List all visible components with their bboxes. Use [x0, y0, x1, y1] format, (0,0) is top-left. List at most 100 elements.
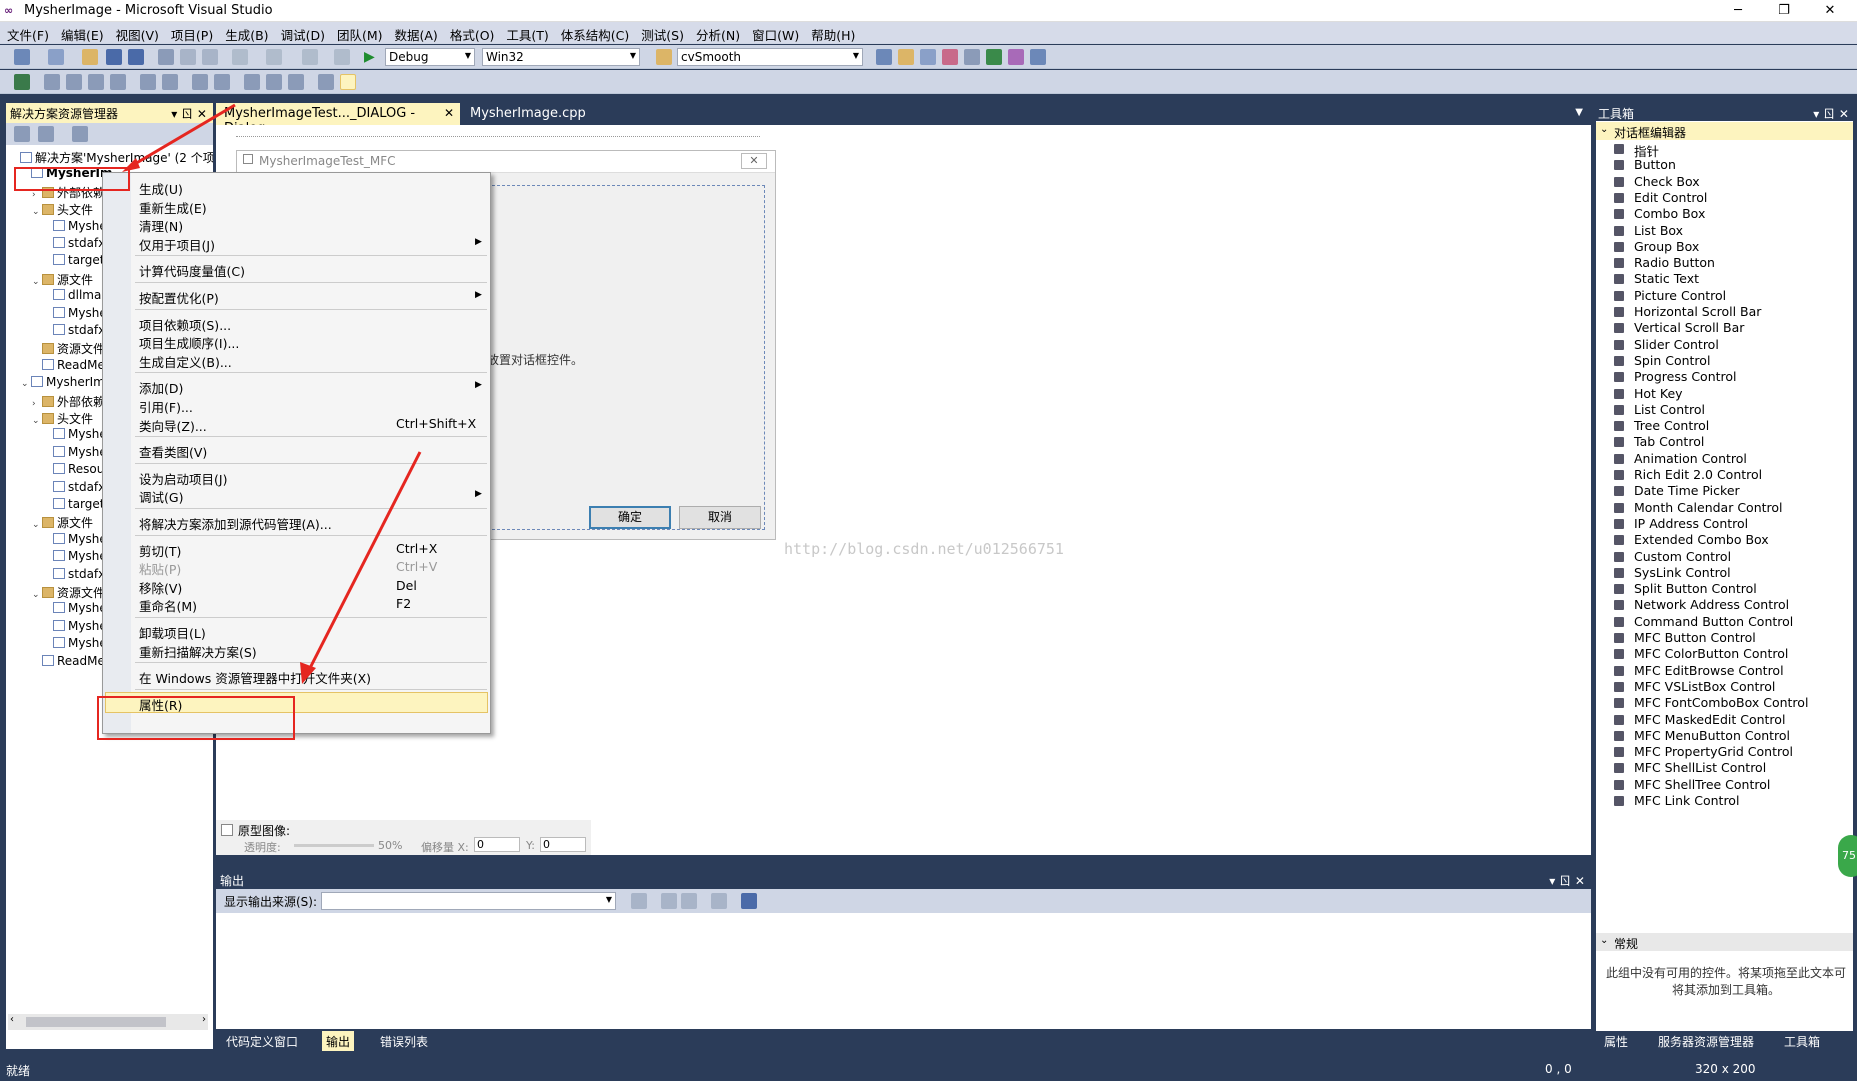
- prototype-checkbox[interactable]: [221, 824, 233, 836]
- toolbox-item[interactable]: Date Time Picker: [1634, 483, 1740, 498]
- offset-y-input[interactable]: 0: [540, 837, 586, 852]
- toolbox-group-dialog[interactable]: ⌄ 对话框编辑器: [1596, 122, 1853, 140]
- toolbox-icon[interactable]: [964, 49, 980, 65]
- menu-item[interactable]: 工具(T): [499, 22, 553, 44]
- toolbox-item[interactable]: Edit Control: [1634, 190, 1707, 205]
- tree-row[interactable]: Myshe: [6, 219, 107, 236]
- cancel-button[interactable]: 取消: [679, 506, 761, 529]
- center-horizontal-icon[interactable]: [162, 74, 178, 90]
- bottom-tab[interactable]: 类...: [58, 1031, 89, 1051]
- context-menu-item[interactable]: 引用(F)...: [139, 397, 193, 416]
- tree-row[interactable]: Myshe: [6, 427, 107, 444]
- tab-dialog[interactable]: MysherImageTest..._DIALOG - Dialog ✕: [216, 103, 460, 136]
- context-menu-item[interactable]: 仅用于项目(J): [139, 235, 215, 254]
- paste-icon[interactable]: [202, 49, 218, 65]
- bottom-tab[interactable]: 输出: [322, 1031, 355, 1051]
- menu-item[interactable]: 测试(S): [634, 22, 689, 44]
- ok-button[interactable]: 确定: [589, 506, 671, 529]
- toolbox-item[interactable]: Radio Button: [1634, 255, 1715, 270]
- view-class-diagram-icon[interactable]: [72, 126, 88, 142]
- tree-row[interactable]: Myshe: [6, 445, 107, 462]
- toolbox-item[interactable]: Slider Control: [1634, 337, 1719, 352]
- context-menu-item[interactable]: 生成(U): [139, 179, 183, 198]
- tree-row[interactable]: stdafx: [6, 480, 105, 497]
- toolbox-item[interactable]: MFC MenuButton Control: [1634, 728, 1790, 743]
- toolbox-group-general[interactable]: ⌄ 常规: [1596, 933, 1853, 951]
- start-page-icon[interactable]: [986, 49, 1002, 65]
- toolbox-item[interactable]: Vertical Scroll Bar: [1634, 320, 1744, 335]
- tree-row[interactable]: target: [6, 253, 105, 270]
- tree-row[interactable]: target: [6, 497, 105, 514]
- tree-row[interactable]: ⌄ 源文件: [6, 514, 93, 531]
- tree-row[interactable]: ⌄ 资源文件: [6, 584, 105, 601]
- menu-item[interactable]: 编辑(E): [54, 22, 109, 44]
- context-menu-item[interactable]: 卸载项目(L): [139, 623, 206, 642]
- scrollbar-thumb[interactable]: [26, 1017, 166, 1027]
- menu-item[interactable]: 生成(B): [218, 22, 273, 44]
- tree-row[interactable]: Myshe: [6, 601, 107, 618]
- toolbox-item[interactable]: MFC ColorButton Control: [1634, 646, 1788, 661]
- context-menu-item[interactable]: 类向导(Z)...: [139, 416, 207, 435]
- center-vertical-icon[interactable]: [140, 74, 156, 90]
- context-menu-item[interactable]: 重命名(M): [139, 596, 197, 615]
- tree-row[interactable]: stdafx: [6, 236, 105, 253]
- context-menu-item[interactable]: 添加(D): [139, 378, 183, 397]
- bottom-tab[interactable]: 团...: [162, 1031, 193, 1051]
- toolbox-item[interactable]: Custom Control: [1634, 549, 1731, 564]
- start-debug-icon[interactable]: ▶: [364, 49, 380, 65]
- maximize-button[interactable]: ❐: [1761, 0, 1807, 22]
- navigate-back-icon[interactable]: [302, 49, 318, 65]
- find-in-files-icon[interactable]: [656, 49, 672, 65]
- context-menu-item[interactable]: 重新生成(E): [139, 198, 207, 217]
- cut-icon[interactable]: [158, 49, 174, 65]
- context-menu-item[interactable]: 计算代码度量值(C): [139, 261, 245, 280]
- tree-row[interactable]: Resou: [6, 462, 104, 479]
- align-bottom-icon[interactable]: [110, 74, 126, 90]
- tree-row[interactable]: Myshe: [6, 306, 107, 323]
- extensions-icon[interactable]: [1008, 49, 1024, 65]
- tab-dropdown-icon[interactable]: ▼: [1575, 107, 1583, 118]
- floating-badge[interactable]: 75: [1838, 835, 1857, 877]
- tab-cpp[interactable]: MysherImage.cpp: [462, 103, 594, 125]
- expander-icon[interactable]: ›: [32, 399, 42, 409]
- context-menu-item[interactable]: 剪切(T): [139, 541, 181, 560]
- bottom-tab[interactable]: 资...: [110, 1031, 141, 1051]
- word-wrap-icon[interactable]: [741, 893, 757, 909]
- toolbox-item[interactable]: SysLink Control: [1634, 565, 1731, 580]
- context-menu-item[interactable]: 移除(V): [139, 578, 182, 597]
- toolbox-item[interactable]: Check Box: [1634, 174, 1700, 189]
- properties-icon[interactable]: [14, 126, 30, 142]
- object-browser-icon[interactable]: [942, 49, 958, 65]
- menu-item[interactable]: 帮助(H): [804, 22, 860, 44]
- dialog-close-button[interactable]: ✕: [741, 153, 767, 169]
- bottom-tab[interactable]: 工具箱: [1780, 1031, 1824, 1051]
- context-menu-item[interactable]: 重新扫描解决方案(S): [139, 642, 257, 661]
- toolbox-item[interactable]: Rich Edit 2.0 Control: [1634, 467, 1762, 482]
- next-message-icon[interactable]: [681, 893, 697, 909]
- tree-row[interactable]: ⌄ 头文件: [6, 201, 93, 218]
- config-combo[interactable]: Debug ▼: [385, 48, 475, 66]
- expander-icon[interactable]: ⌄: [32, 416, 42, 426]
- context-menu-item[interactable]: 清理(N): [139, 216, 183, 235]
- test-dialog-icon[interactable]: [14, 74, 30, 90]
- tree-row[interactable]: ReadMe: [6, 654, 105, 671]
- context-menu-item[interactable]: 粘贴(P): [139, 559, 181, 578]
- redo-icon[interactable]: [266, 49, 282, 65]
- menu-item[interactable]: 文件(F): [0, 22, 54, 44]
- tree-row[interactable]: Myshe: [6, 619, 107, 636]
- tree-row[interactable]: 资源文件: [6, 340, 105, 357]
- context-menu-item[interactable]: 在 Windows 资源管理器中打开文件夹(X): [139, 668, 371, 687]
- navigate-forward-icon[interactable]: [334, 49, 350, 65]
- toolbox-item[interactable]: MFC EditBrowse Control: [1634, 663, 1784, 678]
- toolbox-item[interactable]: Horizontal Scroll Bar: [1634, 304, 1761, 319]
- toolbox-item[interactable]: Combo Box: [1634, 206, 1705, 221]
- context-menu-item[interactable]: 按配置优化(P): [139, 288, 219, 307]
- space-down-icon[interactable]: [214, 74, 230, 90]
- tree-row[interactable]: Myshe: [6, 636, 107, 653]
- context-menu-item[interactable]: 将解决方案添加到源代码管理(A)...: [139, 514, 332, 533]
- tree-row[interactable]: › 外部依赖: [6, 393, 105, 410]
- expander-icon[interactable]: ⌄: [32, 277, 42, 287]
- clear-all-icon[interactable]: [711, 893, 727, 909]
- find-icon[interactable]: [876, 49, 892, 65]
- expander-icon[interactable]: ⌄: [21, 379, 31, 389]
